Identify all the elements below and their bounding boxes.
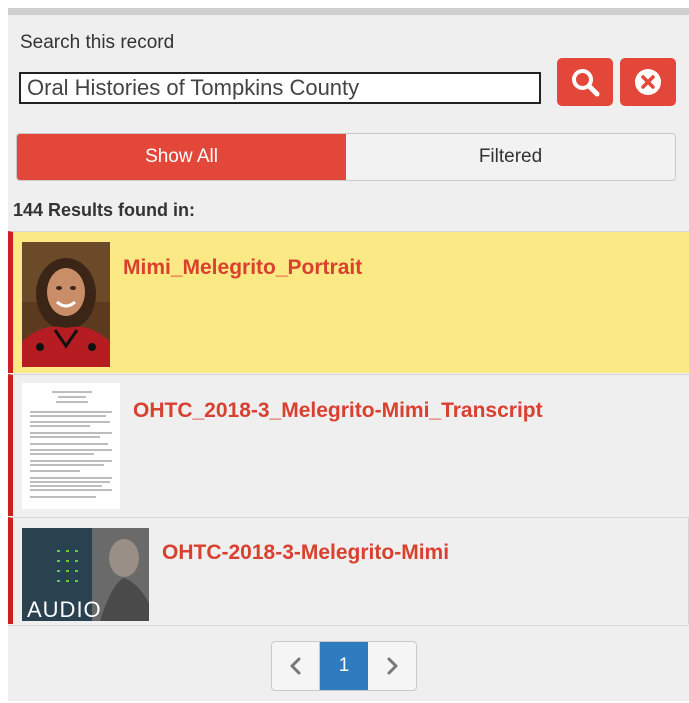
result-item[interactable]: Mimi_Melegrito_Portrait bbox=[8, 231, 689, 373]
portrait-thumbnail bbox=[22, 242, 110, 367]
pagination: 1 bbox=[271, 641, 417, 691]
prev-page-button[interactable] bbox=[272, 642, 320, 690]
search-button[interactable] bbox=[557, 58, 613, 106]
clear-button[interactable] bbox=[620, 58, 676, 106]
search-label: Search this record bbox=[20, 32, 175, 53]
results-count: 144 Results found in: bbox=[13, 200, 196, 220]
result-item[interactable]: OHTC_2018-3_Melegrito-Mimi_Transcript bbox=[8, 374, 689, 516]
document-thumbnail bbox=[22, 383, 120, 509]
pagination-footer: 1 bbox=[8, 625, 689, 701]
result-title[interactable]: OHTC_2018-3_Melegrito-Mimi_Transcript bbox=[133, 399, 543, 423]
search-input[interactable] bbox=[19, 72, 541, 104]
next-page-button[interactable] bbox=[368, 642, 416, 690]
chevron-left-icon bbox=[290, 657, 300, 675]
search-results-panel: Search this record Show All Filtered 144… bbox=[8, 8, 689, 701]
show-all-button[interactable]: Show All bbox=[17, 134, 346, 180]
results-filter-toggle: Show All Filtered bbox=[16, 133, 676, 181]
result-title[interactable]: OHTC-2018-3-Melegrito-Mimi bbox=[162, 541, 449, 565]
page-number-current[interactable]: 1 bbox=[320, 642, 368, 690]
search-icon bbox=[572, 69, 600, 97]
result-title[interactable]: Mimi_Melegrito_Portrait bbox=[123, 256, 362, 280]
audio-label: AUDIO bbox=[27, 597, 102, 622]
filtered-button[interactable]: Filtered bbox=[346, 134, 675, 180]
chevron-right-icon bbox=[387, 657, 398, 675]
close-circle-icon bbox=[635, 69, 661, 95]
result-item[interactable]: AUDIO OHTC-2018-3-Melegrito-Mimi bbox=[8, 517, 689, 624]
